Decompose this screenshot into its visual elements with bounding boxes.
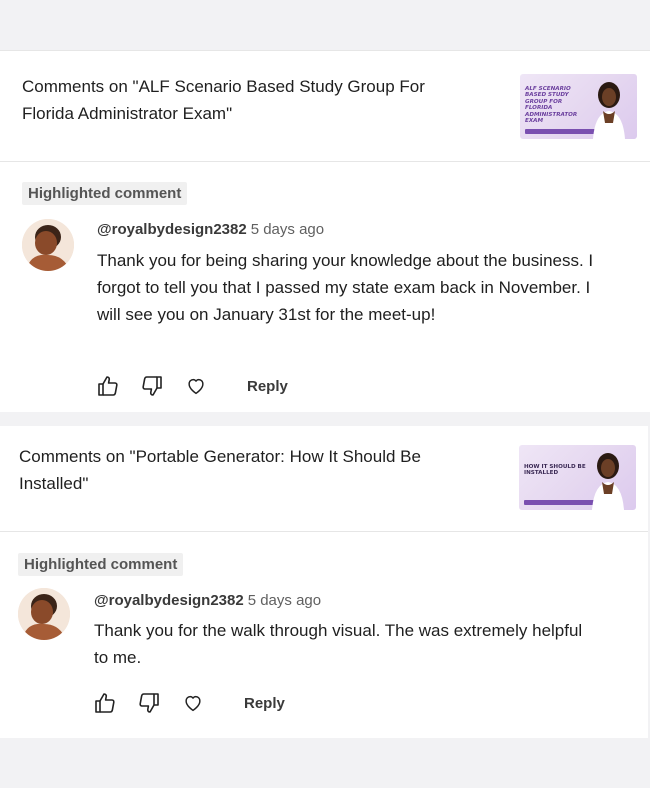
comment-timestamp[interactable]: 5 days ago [248, 592, 321, 609]
thumbs-down-icon[interactable] [139, 373, 165, 399]
comment-card: Comments on "Portable Generator: How It … [0, 426, 648, 738]
thumbnail-caption: ALF Scenario Based Study Group For Flori… [525, 86, 578, 125]
comment-timestamp[interactable]: 5 days ago [251, 221, 324, 238]
heart-icon[interactable] [183, 373, 209, 399]
thumbs-down-icon[interactable] [136, 690, 162, 716]
reply-button[interactable]: Reply [247, 378, 288, 395]
comment-meta: @royalbydesign2382 5 days ago [94, 591, 321, 611]
heart-icon[interactable] [180, 690, 206, 716]
video-context-title[interactable]: Comments on "ALF Scenario Based Study Gr… [22, 73, 472, 127]
comment-context-header: Comments on "ALF Scenario Based Study Gr… [0, 51, 650, 162]
video-thumbnail[interactable]: ALF Scenario Based Study Group For Flori… [520, 74, 637, 139]
comment-card: Comments on "ALF Scenario Based Study Gr… [0, 50, 650, 412]
video-thumbnail[interactable]: How it should be installed [519, 445, 636, 510]
comment-author[interactable]: @royalbydesign2382 [97, 221, 247, 238]
avatar[interactable] [22, 219, 74, 271]
comment-actions: Reply [92, 690, 285, 716]
comment-author[interactable]: @royalbydesign2382 [94, 592, 244, 609]
highlighted-comment-badge: Highlighted comment [22, 182, 188, 205]
thumbs-up-icon[interactable] [95, 373, 121, 399]
presenter-image [592, 453, 624, 510]
thumbnail-banner [525, 129, 595, 134]
presenter-image [593, 82, 625, 139]
comment-actions: Reply [95, 373, 288, 399]
avatar-image [22, 219, 74, 271]
comment-text: Thank you for being sharing your knowled… [97, 251, 594, 324]
comment-meta: @royalbydesign2382 5 days ago [97, 220, 324, 240]
thumbnail-caption: How it should be installed [524, 464, 586, 477]
comment-context-header: Comments on "Portable Generator: How It … [0, 426, 648, 532]
comment-text: Thank you for the walk through visual. T… [94, 621, 583, 667]
thumbs-up-icon[interactable] [92, 690, 118, 716]
thumbnail-banner [524, 500, 594, 505]
highlighted-comment-badge: Highlighted comment [18, 553, 184, 576]
avatar[interactable] [18, 588, 70, 640]
avatar-image [18, 588, 70, 640]
reply-button[interactable]: Reply [244, 695, 285, 712]
video-context-title[interactable]: Comments on "Portable Generator: How It … [19, 443, 469, 497]
